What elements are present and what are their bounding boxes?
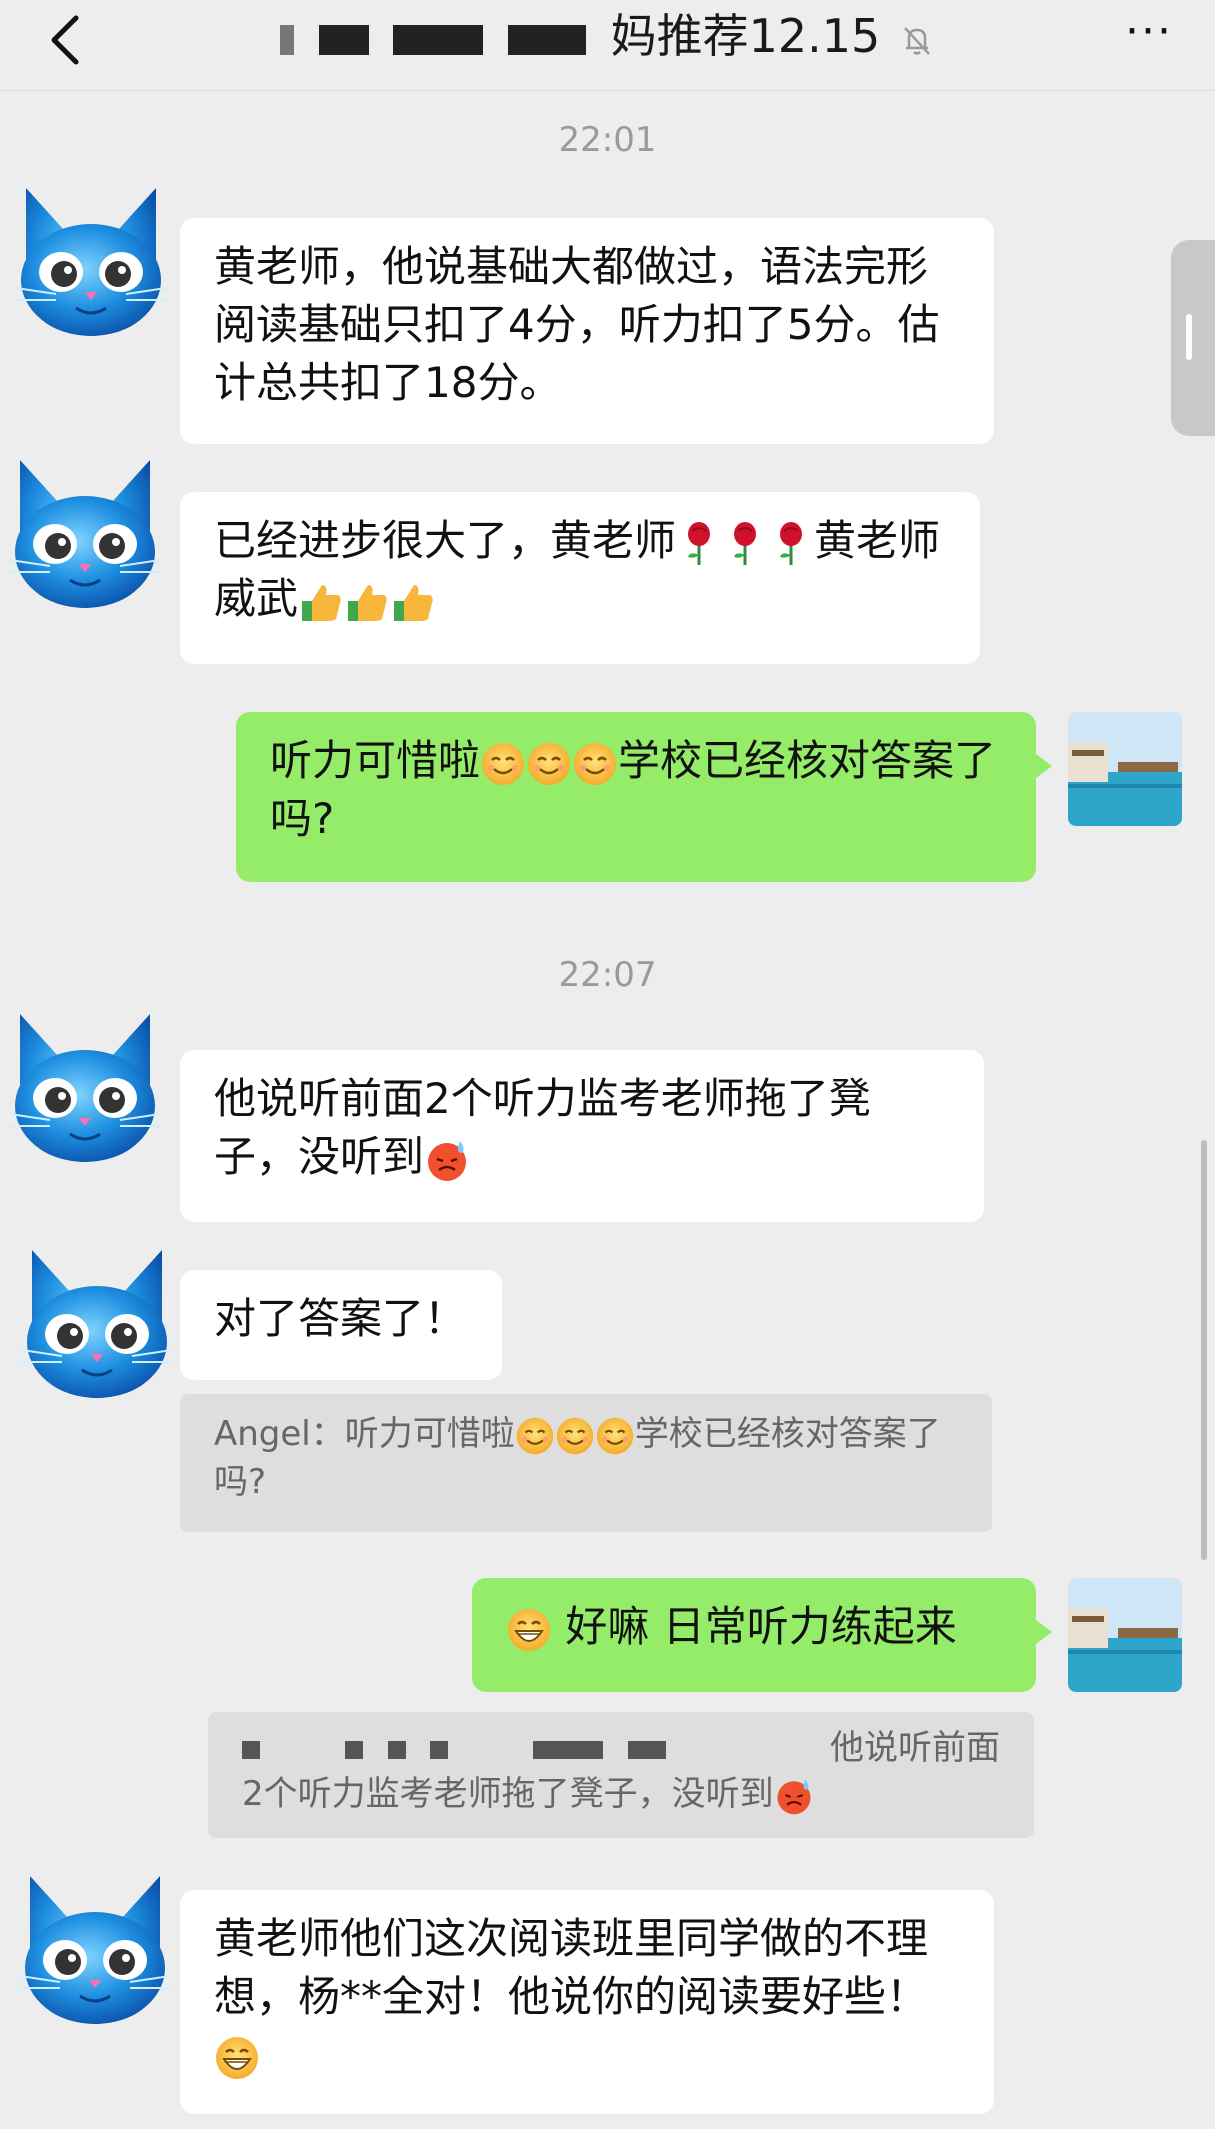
more-options-button[interactable]: ···: [1125, 10, 1173, 54]
quote-text: 2个听力监考老师拖了凳子，没听到: [242, 1774, 774, 1814]
redacted-block: [344, 1740, 363, 1759]
message-text: 黄老师，他说基础大都做过，语法完形阅读基础只扣了4分，听力扣了5分。估计总共扣了…: [214, 242, 940, 407]
redacted-block: [507, 24, 586, 55]
message-text: 黄老师他们这次阅读班里同学做的不理想，杨**全对！他说你的阅读要好些！: [214, 1914, 929, 2021]
cat-avatar[interactable]: [6, 168, 176, 343]
scroll-handle[interactable]: [1171, 240, 1215, 436]
redacted-block: [430, 1740, 449, 1759]
relieved-emoji-icon: [595, 1416, 635, 1456]
quoted-reply[interactable]: Angel：听力可惜啦 学校已经核对答案了吗?: [180, 1394, 992, 1532]
redacted-block: [242, 1740, 260, 1759]
my-avatar[interactable]: [1068, 712, 1182, 826]
incoming-message[interactable]: 已经进步很大了，黄老师 黄老师威武: [180, 492, 980, 664]
redacted-block: [393, 24, 484, 55]
timestamp: 22:07: [558, 955, 657, 995]
relieved-emoji-icon: [515, 1416, 555, 1456]
incoming-message[interactable]: 黄老师他们这次阅读班里同学做的不理想，杨**全对！他说你的阅读要好些！: [180, 1890, 994, 2114]
grin-emoji-icon: [506, 1607, 552, 1653]
timestamp: 22:01: [558, 120, 657, 160]
quoted-reply[interactable]: 他说听前面 2个听力监考老师拖了凳子，没听到: [208, 1712, 1034, 1838]
redacted-block: [533, 1740, 604, 1759]
cat-avatar[interactable]: [12, 1230, 182, 1405]
message-text: 已经进步很大了，黄老师: [214, 516, 677, 565]
cat-avatar[interactable]: [10, 1856, 180, 2031]
rose-emoji-icon: [722, 521, 768, 567]
redacted-block: [628, 1740, 667, 1759]
quote-header: 他说听前面: [242, 1724, 1000, 1770]
relieved-emoji-icon: [555, 1416, 595, 1456]
incoming-message[interactable]: 黄老师，他说基础大都做过，语法完形阅读基础只扣了4分，听力扣了5分。估计总共扣了…: [180, 218, 994, 444]
cat-avatar[interactable]: [0, 440, 170, 615]
quote-text: 他说听前面: [830, 1728, 1000, 1768]
sweat-emoji-icon: [774, 1776, 814, 1816]
relieved-emoji-icon: [480, 741, 526, 787]
message-text: 对了答案了！: [214, 1294, 467, 1343]
incoming-message[interactable]: 对了答案了！: [180, 1270, 502, 1380]
scrollbar[interactable]: [1201, 1140, 1207, 1560]
cat-avatar[interactable]: [0, 994, 170, 1169]
message-text: 听力可惜啦: [270, 736, 481, 785]
my-avatar[interactable]: [1068, 1578, 1182, 1692]
relieved-emoji-icon: [572, 741, 618, 787]
chat-header: 妈推荐12.15 ···: [0, 0, 1215, 91]
mute-bell-icon: [904, 26, 930, 55]
chat-title: 妈推荐12.15: [0, 6, 1215, 66]
incoming-message[interactable]: 他说听前面2个听力监考老师拖了凳子，没听到: [180, 1050, 984, 1222]
relieved-emoji-icon: [526, 741, 572, 787]
thumbs-up-emoji-icon: [298, 579, 344, 625]
outgoing-message[interactable]: 好嘛 日常听力练起来: [472, 1578, 1052, 1692]
rose-emoji-icon: [768, 521, 814, 567]
sweat-emoji-icon: [424, 1137, 470, 1183]
thumbs-up-emoji-icon: [390, 579, 436, 625]
grin-emoji-icon: [214, 2035, 260, 2081]
message-text: 好嘛 日常听力练起来: [565, 1602, 957, 1651]
redacted-block: [318, 24, 369, 55]
quote-text: Angel：听力可惜啦: [214, 1414, 515, 1454]
outgoing-message[interactable]: 听力可惜啦 学校已经核对答案了吗?: [236, 712, 1052, 882]
message-text: 他说听前面2个听力监考老师拖了凳子，没听到: [214, 1074, 871, 1181]
rose-emoji-icon: [676, 521, 722, 567]
redacted-block: [280, 24, 295, 55]
redacted-block: [387, 1740, 406, 1759]
thumbs-up-emoji-icon: [344, 579, 390, 625]
chat-title-text: 妈推荐12.15: [610, 9, 881, 63]
